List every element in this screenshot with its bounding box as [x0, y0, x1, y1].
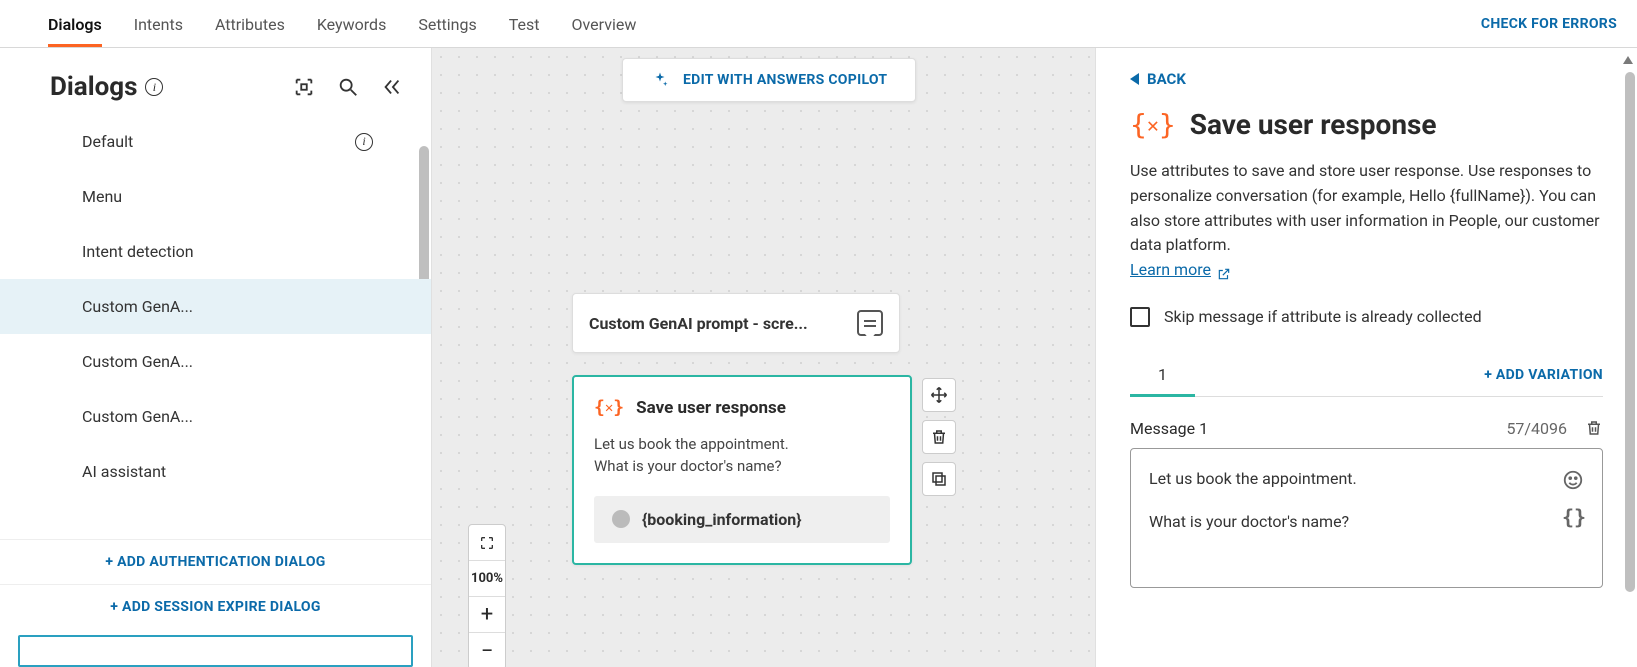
save-user-response-node[interactable]: {✕} Save user response Let us book the a…	[572, 375, 912, 565]
dialog-item-intent-detection[interactable]: Intent detection	[0, 224, 431, 279]
dialog-item-custom-gena-3[interactable]: Custom GenA...	[0, 389, 431, 444]
sidebar: Dialogs i Default i	[0, 48, 432, 667]
topbar-tabs: Dialogs Intents Attributes Keywords Sett…	[48, 0, 636, 47]
edit-with-copilot-button[interactable]: EDIT WITH ANSWERS COPILOT	[622, 58, 916, 102]
dialog-item-label: Intent detection	[82, 242, 194, 261]
prompt-card-title: Custom GenAI prompt - scre...	[589, 314, 808, 333]
sidebar-search-input[interactable]	[18, 635, 413, 667]
tab-overview[interactable]: Overview	[572, 0, 637, 47]
learn-more-link[interactable]: Learn more	[1130, 258, 1231, 283]
panel-description: Use attributes to save and store user re…	[1130, 159, 1603, 283]
sidebar-header-actions	[293, 76, 403, 98]
sidebar-title-text: Dialogs	[50, 72, 137, 102]
message-line2: What is your doctor's name?	[1149, 508, 1552, 537]
message-text[interactable]: Let us book the appointment. What is you…	[1149, 465, 1552, 571]
back-button[interactable]: BACK	[1130, 70, 1603, 88]
emoji-picker-button[interactable]	[1562, 469, 1584, 491]
prompt-card[interactable]: Custom GenAI prompt - scre...	[572, 293, 900, 353]
attribute-brace-icon: {✕}	[594, 397, 624, 418]
message-line1: Let us book the appointment.	[1149, 465, 1552, 494]
dialog-item-default[interactable]: Default i	[0, 114, 431, 169]
dialog-item-menu[interactable]: Menu	[0, 169, 431, 224]
select-all-icon[interactable]	[293, 76, 315, 98]
skip-checkbox-row: Skip message if attribute is already col…	[1130, 307, 1603, 327]
search-icon[interactable]	[337, 76, 359, 98]
back-label: BACK	[1147, 70, 1186, 88]
node-toolbar	[922, 378, 956, 496]
info-icon[interactable]: i	[145, 78, 163, 96]
chat-icon	[857, 310, 883, 336]
zoom-in-button[interactable]: +	[469, 597, 505, 633]
tab-settings[interactable]: Settings	[418, 0, 476, 47]
message-header: Message 1 57/4096	[1130, 419, 1603, 438]
sidebar-title: Dialogs i	[50, 72, 163, 102]
dialog-item-label: Custom GenA...	[82, 297, 193, 316]
external-link-icon	[1217, 264, 1231, 278]
skip-checkbox-label: Skip message if attribute is already col…	[1164, 307, 1482, 326]
fit-view-button[interactable]	[469, 525, 505, 561]
panel-title-row: {✕} Save user response	[1130, 108, 1603, 141]
message-label: Message 1	[1130, 419, 1208, 438]
tab-keywords[interactable]: Keywords	[317, 0, 387, 47]
duplicate-node-button[interactable]	[922, 462, 956, 496]
char-count: 57/4096	[1506, 419, 1567, 438]
dialog-item-ai-assistant[interactable]: AI assistant	[0, 444, 431, 499]
message-textarea[interactable]: Let us book the appointment. What is you…	[1130, 448, 1603, 588]
tab-intents[interactable]: Intents	[134, 0, 183, 47]
node-body-line1: Let us book the appointment.	[594, 434, 890, 456]
attribute-name: {booking_information}	[642, 510, 802, 529]
tab-attributes[interactable]: Attributes	[215, 0, 285, 47]
add-auth-dialog-button[interactable]: + ADD AUTHENTICATION DIALOG	[0, 539, 431, 584]
attribute-pill[interactable]: {booking_information}	[594, 496, 890, 543]
copilot-label: EDIT WITH ANSWERS COPILOT	[683, 72, 887, 88]
attribute-brace-icon: {✕}	[1130, 108, 1176, 141]
add-variation-button[interactable]: + ADD VARIATION	[1484, 367, 1603, 383]
zoom-level-label: 100%	[469, 561, 505, 597]
check-for-errors-button[interactable]: CHECK FOR ERRORS	[1481, 16, 1617, 32]
delete-message-button[interactable]	[1585, 419, 1603, 437]
tab-dialogs[interactable]: Dialogs	[48, 0, 102, 47]
message-tools: {}	[1562, 465, 1584, 571]
info-icon[interactable]: i	[355, 133, 373, 151]
dialog-item-label: Custom GenA...	[82, 407, 193, 426]
canvas[interactable]: EDIT WITH ANSWERS COPILOT Custom GenAI p…	[432, 48, 1095, 667]
attribute-dot-icon	[612, 510, 630, 528]
scrollbar-thumb[interactable]	[1625, 72, 1635, 592]
scroll-up-icon[interactable]	[1623, 56, 1633, 64]
dialog-item-custom-gena-1[interactable]: Custom GenA...	[0, 279, 431, 334]
skip-checkbox[interactable]	[1130, 307, 1150, 327]
dialog-item-label: Default	[82, 132, 133, 151]
insert-attribute-button[interactable]: {}	[1562, 505, 1584, 527]
zoom-out-button[interactable]: −	[469, 633, 505, 667]
tab-test[interactable]: Test	[509, 0, 540, 47]
dialog-item-label: AI assistant	[82, 462, 166, 481]
delete-node-button[interactable]	[922, 420, 956, 454]
right-panel: BACK {✕} Save user response Use attribut…	[1095, 48, 1637, 667]
topbar: Dialogs Intents Attributes Keywords Sett…	[0, 0, 1637, 48]
dialog-item-custom-gena-2[interactable]: Custom GenA...	[0, 334, 431, 389]
node-header: {✕} Save user response	[594, 397, 890, 418]
sidebar-header: Dialogs i	[0, 48, 431, 114]
variation-tab-1[interactable]: 1	[1130, 355, 1195, 397]
panel-description-text: Use attributes to save and store user re…	[1130, 161, 1600, 254]
move-node-button[interactable]	[922, 378, 956, 412]
dialog-item-label: Custom GenA...	[82, 352, 193, 371]
node-title: Save user response	[636, 398, 786, 418]
workspace: Dialogs i Default i	[0, 48, 1637, 667]
add-session-expire-dialog-button[interactable]: + ADD SESSION EXPIRE DIALOG	[0, 584, 431, 629]
collapse-icon[interactable]	[381, 76, 403, 98]
dialog-list[interactable]: Default i Menu Intent detection Custom G…	[0, 114, 431, 539]
node-body: Let us book the appointment. What is you…	[594, 418, 890, 478]
dialog-item-label: Menu	[82, 187, 122, 206]
panel-title: Save user response	[1190, 108, 1437, 141]
variation-tabs: 1 + ADD VARIATION	[1130, 355, 1603, 397]
node-body-line2: What is your doctor's name?	[594, 456, 890, 478]
back-arrow-icon	[1130, 73, 1139, 85]
learn-more-label: Learn more	[1130, 258, 1211, 283]
sparkle-icon	[651, 71, 669, 89]
zoom-controls: 100% + −	[468, 524, 506, 667]
